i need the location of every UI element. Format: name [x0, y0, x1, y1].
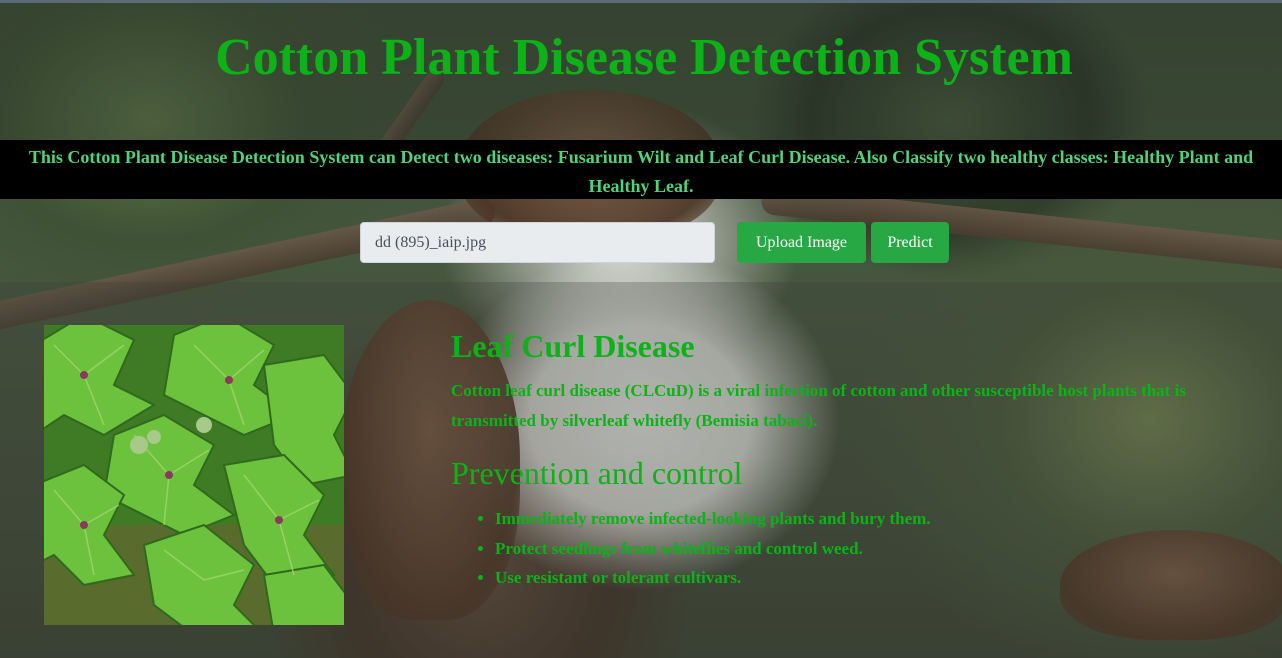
top-border [0, 0, 1282, 3]
predict-button[interactable]: Predict [871, 222, 949, 263]
disease-name: Leaf Curl Disease [451, 328, 695, 364]
prevention-heading: Prevention and control [451, 455, 743, 491]
list-item: Use resistant or tolerant cultivars. [495, 563, 1255, 593]
disease-description: Cotton leaf curl disease (CLCuD) is a vi… [451, 381, 1186, 430]
list-item: Immediately remove infected-looking plan… [495, 504, 1255, 534]
uploaded-leaf-image [44, 325, 344, 625]
list-item: Protect seedlings from whiteflies and co… [495, 534, 1255, 564]
page-title: Cotton Plant Disease Detection System [215, 29, 1073, 86]
prevention-list: Immediately remove infected-looking plan… [455, 504, 1255, 593]
upload-image-button[interactable]: Upload Image [737, 222, 866, 263]
file-name-field[interactable]: dd (895)_iaip.jpg [360, 222, 715, 263]
leaf-photo [44, 325, 344, 625]
info-banner: This Cotton Plant Disease Detection Syst… [0, 140, 1282, 199]
